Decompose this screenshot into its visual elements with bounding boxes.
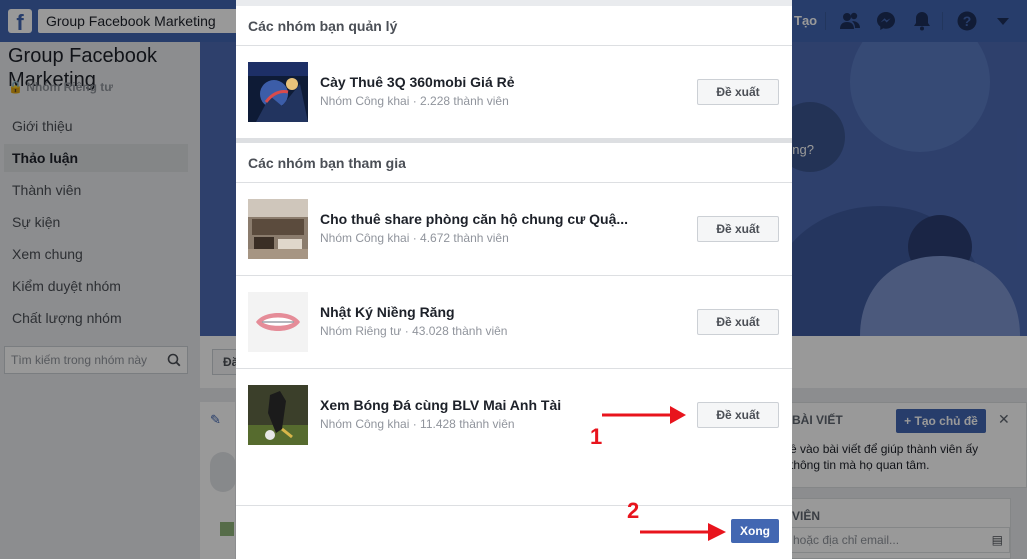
group-thumbnail[interactable] xyxy=(248,62,308,122)
group-row: Xem Bóng Đá cùng BLV Mai Anh Tài Nhóm Cô… xyxy=(236,369,792,462)
suggest-button[interactable]: Đề xuất xyxy=(697,216,779,242)
group-name[interactable]: Nhật Ký Niềng Răng xyxy=(320,304,455,320)
group-name[interactable]: Xem Bóng Đá cùng BLV Mai Anh Tài xyxy=(320,397,561,413)
suggest-group-dialog: Các nhóm bạn quản lý Cày Thuê 3Q 360mobi… xyxy=(236,0,792,559)
group-meta: Nhóm Công khai · 4.672 thành viên xyxy=(320,231,509,245)
suggest-button[interactable]: Đề xuất xyxy=(697,79,779,105)
group-row: Cày Thuê 3Q 360mobi Giá Rẻ Nhóm Công kha… xyxy=(236,46,792,139)
managed-groups-header: Các nhóm bạn quản lý xyxy=(236,6,792,46)
annotation-arrow-1 xyxy=(602,406,686,424)
group-name[interactable]: Cho thuê share phòng căn hộ chung cư Quậ… xyxy=(320,211,628,227)
section-title: Các nhóm bạn tham gia xyxy=(248,155,406,171)
annotation-number-1: 1 xyxy=(590,424,603,449)
done-button[interactable]: Xong xyxy=(731,519,779,543)
group-row: Cho thuê share phòng căn hộ chung cư Quậ… xyxy=(236,183,792,276)
group-name[interactable]: Cày Thuê 3Q 360mobi Giá Rẻ xyxy=(320,74,515,90)
annotation-arrow-2 xyxy=(640,523,726,541)
section-title: Các nhóm bạn quản lý xyxy=(248,18,398,34)
suggest-button[interactable]: Đề xuất xyxy=(697,309,779,335)
annotation-number-2: 2 xyxy=(627,498,640,523)
suggest-button[interactable]: Đề xuất xyxy=(697,402,779,428)
group-row: Nhật Ký Niềng Răng Nhóm Riêng tư · 43.02… xyxy=(236,276,792,369)
group-meta: Nhóm Riêng tư · 43.028 thành viên xyxy=(320,324,508,338)
group-meta: Nhóm Công khai · 11.428 thành viên xyxy=(320,417,515,431)
group-thumbnail[interactable] xyxy=(248,292,308,352)
joined-groups-header: Các nhóm bạn tham gia xyxy=(236,143,792,183)
group-meta: Nhóm Công khai · 2.228 thành viên xyxy=(320,94,509,108)
group-thumbnail[interactable] xyxy=(248,199,308,259)
group-thumbnail[interactable] xyxy=(248,385,308,445)
